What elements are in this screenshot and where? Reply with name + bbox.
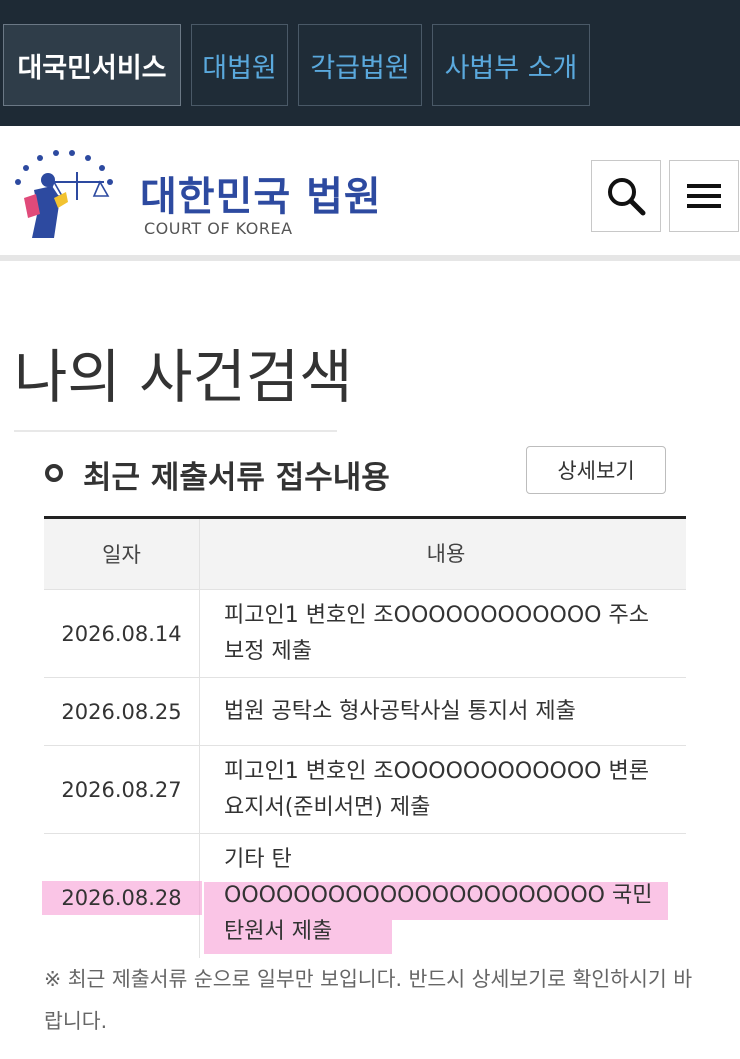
menu-button[interactable] — [669, 160, 739, 232]
tab-supreme-court[interactable]: 대법원 — [191, 24, 288, 106]
row-date: 2026.08.14 — [44, 590, 200, 677]
column-header-date: 일자 — [44, 519, 200, 589]
search-icon — [608, 178, 646, 216]
submission-table: 일자 내용 2026.08.14 피고인1 변호인 조OOOOOOOOOOOO … — [42, 516, 686, 958]
table-row: 2026.08.14 피고인1 변호인 조OOOOOOOOOOOO 주소보정 제… — [44, 590, 686, 678]
table-row: 2026.08.27 피고인1 변호인 조OOOOOOOOOOOO 변론요지서(… — [44, 746, 686, 834]
table-row: 2026.08.25 법원 공탁소 형사공탁사실 통지서 제출 — [44, 678, 686, 746]
column-header-content: 내용 — [426, 542, 466, 566]
court-emblem-logo[interactable] — [4, 138, 122, 248]
row-date-cell: 2026.08.28 — [42, 834, 202, 958]
circle-bullet-icon — [45, 464, 63, 482]
tab-judiciary-intro[interactable]: 사법부 소개 — [432, 24, 590, 106]
row-date: 2026.08.27 — [44, 746, 200, 833]
logo-subtitle: COURT OF KOREA — [144, 219, 293, 238]
table-row: 2026.08.28 기타 탄 OOOOOOOOOOOOOOOOOOOOOO 국… — [42, 834, 686, 958]
row-date: 2026.08.28 — [61, 886, 182, 910]
tab-citizen-services[interactable]: 대국민서비스 — [3, 24, 181, 106]
row-content-cell: 기타 탄 OOOOOOOOOOOOOOOOOOOOOO 국민탄원서 제출 — [200, 834, 686, 958]
page-title: 나의 사건검색 — [14, 343, 353, 411]
section-title: 최근 제출서류 접수내용 — [83, 460, 390, 496]
row-date: 2026.08.25 — [44, 678, 200, 745]
title-divider — [14, 430, 337, 432]
hamburger-menu-icon — [687, 184, 721, 208]
row-content: 기타 탄 OOOOOOOOOOOOOOOOOOOOOO 국민탄원서 제출 — [224, 847, 653, 944]
site-header: 대한민국 법원 COURT OF KOREA — [0, 126, 740, 261]
view-details-button[interactable]: 상세보기 — [526, 446, 666, 494]
row-content: 법원 공탁소 형사공탁사실 통지서 제출 — [224, 698, 576, 724]
logo-title: 대한민국 법원 — [140, 174, 382, 220]
tab-all-courts[interactable]: 각급법원 — [298, 24, 422, 106]
row-content: 피고인1 변호인 조OOOOOOOOOOOO 주소보정 제출 — [224, 602, 649, 664]
top-navigation: 대국민서비스 대법원 각급법원 사법부 소개 — [0, 0, 740, 126]
table-note: ※ 최근 제출서류 순으로 일부만 보입니다. 반드시 상세보기로 확인하시기 … — [44, 967, 693, 1033]
table-header-row: 일자 내용 — [44, 519, 686, 590]
search-button[interactable] — [591, 160, 661, 232]
row-content: 피고인1 변호인 조OOOOOOOOOOOO 변론요지서(준비서면) 제출 — [224, 758, 649, 820]
